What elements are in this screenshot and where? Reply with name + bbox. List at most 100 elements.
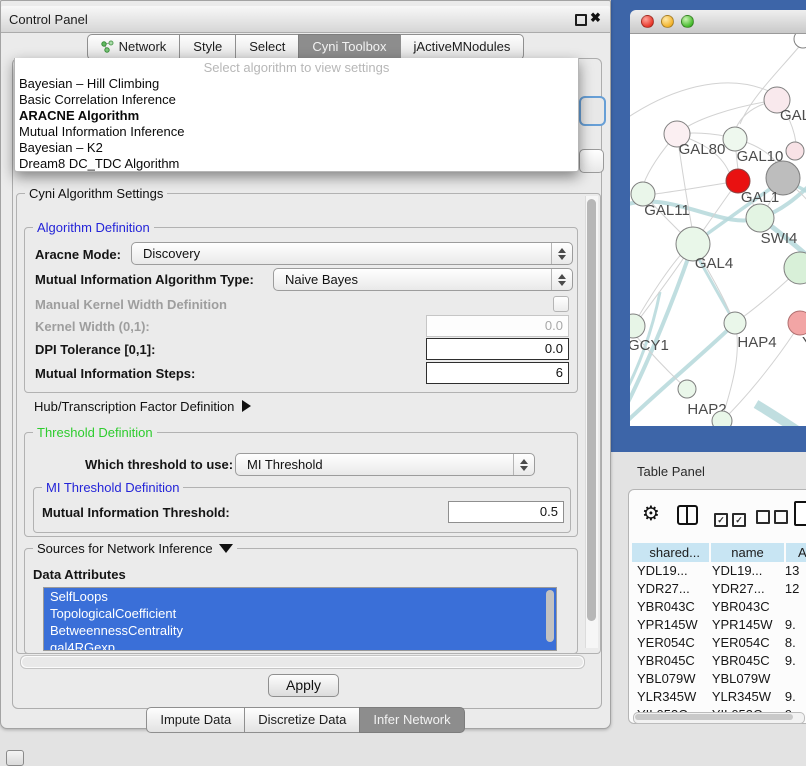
mutual-info-threshold-input[interactable]: 0.5: [448, 501, 564, 523]
node-label: GAL80: [679, 141, 726, 158]
manual-kernel-width-checkbox[interactable]: [553, 296, 569, 312]
tab-impute-data[interactable]: Impute Data: [146, 707, 245, 733]
settings-vertical-scrollbar[interactable]: [585, 196, 598, 648]
network-canvas[interactable]: GALGAL80GAL10GAL1GAL11SWI4GAL4GCY1HAP4YH…: [630, 34, 806, 426]
float-window-icon[interactable]: [575, 14, 587, 26]
network-node[interactable]: [788, 311, 806, 335]
tab-label: Select: [249, 39, 285, 54]
minimize-traffic-light-icon[interactable]: [661, 15, 674, 28]
dropdown-option[interactable]: Dream8 DC_TDC Algorithm: [15, 156, 578, 172]
algorithm-definition-group: Algorithm Definition Aracne Mode: Discov…: [24, 227, 578, 393]
obscured-table-combobox[interactable]: [579, 149, 604, 173]
mi-steps-label: Mutual Information Steps:: [35, 366, 195, 381]
network-node[interactable]: [630, 314, 645, 338]
attribute-item-selected[interactable]: SelfLoops: [44, 588, 556, 605]
table-horizontal-scrollbar[interactable]: [633, 712, 805, 724]
tab-select[interactable]: Select: [235, 34, 299, 60]
attribute-item-selected[interactable]: BetweennessCentrality: [44, 622, 556, 639]
zoom-traffic-light-icon[interactable]: [681, 15, 694, 28]
control-panel-titlebar[interactable]: [1, 6, 610, 33]
hub-definition-label: Hub/Transcription Factor Definition: [34, 399, 234, 414]
tab-infer-network[interactable]: Infer Network: [359, 707, 464, 733]
hub-definition-expander[interactable]: Hub/Transcription Factor Definition: [34, 399, 251, 414]
network-window-titlebar[interactable]: [630, 10, 806, 34]
combo-stepper-icon: [551, 243, 572, 264]
tab-label: jActiveMNodules: [414, 39, 511, 54]
tab-label: Impute Data: [160, 712, 231, 727]
list-scrollbar-thumb[interactable]: [546, 590, 554, 642]
control-panel-tabs: Network Style Select Cyni Toolbox jActiv…: [1, 34, 610, 60]
table-cell: YPR145W: [707, 616, 778, 634]
scrollbar-thumb[interactable]: [587, 199, 596, 621]
settings-horizontal-scrollbar[interactable]: [20, 655, 585, 669]
tab-style[interactable]: Style: [179, 34, 236, 60]
table-row[interactable]: YDR27...YDR27...12: [632, 580, 806, 598]
close-icon[interactable]: ✖: [590, 10, 601, 26]
table-row[interactable]: YBR043CYBR043C: [632, 598, 806, 616]
table-cell: YBR043C: [707, 598, 778, 616]
selected-value: Naive Bayes: [274, 272, 551, 287]
mi-algorithm-type-select[interactable]: Naive Bayes: [273, 268, 573, 291]
collapsed-panel-icon[interactable]: [6, 750, 24, 766]
network-icon: [101, 40, 114, 53]
network-node[interactable]: [724, 312, 746, 334]
document-icon[interactable]: [794, 501, 806, 526]
checked-columns-icon[interactable]: ✓✓: [714, 510, 746, 528]
table-panel-title: Table Panel: [637, 464, 705, 479]
table-cell: 12: [778, 580, 806, 598]
table-row[interactable]: YDL19...YDL19...13: [632, 562, 806, 580]
column-header[interactable]: A: [786, 543, 806, 562]
network-node[interactable]: [678, 380, 696, 398]
table-cell: 13: [778, 562, 806, 580]
network-node[interactable]: [794, 34, 806, 48]
node-label: Y: [802, 334, 806, 351]
combo-stepper-icon: [513, 454, 534, 475]
table-row[interactable]: YBL079WYBL079W: [632, 670, 806, 688]
dropdown-option[interactable]: Bayesian – Hill Climbing: [15, 76, 578, 92]
expand-arrow-icon: [242, 400, 251, 412]
table-row[interactable]: YBR045CYBR045C9.: [632, 652, 806, 670]
sources-collapse-toggle[interactable]: Sources for Network Inference: [33, 541, 237, 556]
scrollbar-thumb[interactable]: [635, 714, 793, 720]
manual-kernel-width-label: Manual Kernel Width Definition: [35, 297, 227, 312]
column-header[interactable]: shared...: [632, 543, 709, 562]
network-node[interactable]: [712, 411, 732, 426]
dropdown-option[interactable]: Mutual Information Inference: [15, 124, 578, 140]
dropdown-option-selected[interactable]: ARACNE Algorithm: [15, 108, 578, 124]
network-node[interactable]: [786, 142, 804, 160]
column-header[interactable]: name: [711, 543, 784, 562]
kernel-width-input[interactable]: 0.0: [426, 315, 569, 337]
network-view-window: GALGAL80GAL10GAL1GAL11SWI4GAL4GCY1HAP4YH…: [630, 10, 806, 425]
dropdown-prompt: Select algorithm to view settings: [15, 60, 578, 76]
network-node[interactable]: [784, 252, 806, 284]
tab-jactivemnodules[interactable]: jActiveMNodules: [400, 34, 525, 60]
collapse-arrow-icon: [219, 544, 233, 553]
close-traffic-light-icon[interactable]: [641, 15, 654, 28]
unchecked-columns-icon[interactable]: [756, 510, 788, 529]
table-row[interactable]: YPR145WYPR145W9.: [632, 616, 806, 634]
aracne-mode-select[interactable]: Discovery: [131, 242, 573, 265]
scrollbar-thumb[interactable]: [22, 657, 583, 667]
table-row[interactable]: YER054CYER054C8.: [632, 634, 806, 652]
which-threshold-select[interactable]: MI Threshold: [235, 453, 535, 476]
attribute-item-selected[interactable]: TopologicalCoefficient: [44, 605, 556, 622]
table-cell: YLR345W: [632, 688, 707, 706]
tab-discretize-data[interactable]: Discretize Data: [244, 707, 360, 733]
attribute-item-selected[interactable]: gal4RGexp: [44, 639, 556, 651]
tab-cyni-toolbox[interactable]: Cyni Toolbox: [298, 34, 400, 60]
node-label: GAL11: [644, 202, 690, 219]
table-row[interactable]: YLR345WYLR345W9.: [632, 688, 806, 706]
obscured-algorithm-combobox[interactable]: [579, 96, 606, 126]
network-node[interactable]: [746, 204, 774, 232]
apply-button[interactable]: Apply: [268, 674, 339, 697]
column-layout-icon[interactable]: [677, 505, 698, 525]
mi-steps-input[interactable]: 6: [426, 362, 569, 384]
gear-icon[interactable]: ⚙: [642, 501, 660, 525]
dropdown-option[interactable]: Bayesian – K2: [15, 140, 578, 156]
dpi-tolerance-input[interactable]: 0.0: [426, 338, 569, 360]
bottom-tabs: Impute Data Discretize Data Infer Networ…: [1, 707, 610, 733]
dropdown-option[interactable]: Basic Correlation Inference: [15, 92, 578, 108]
which-threshold-label: Which threshold to use:: [85, 457, 233, 472]
table-cell: 8.: [778, 634, 806, 652]
tab-network[interactable]: Network: [87, 34, 181, 60]
